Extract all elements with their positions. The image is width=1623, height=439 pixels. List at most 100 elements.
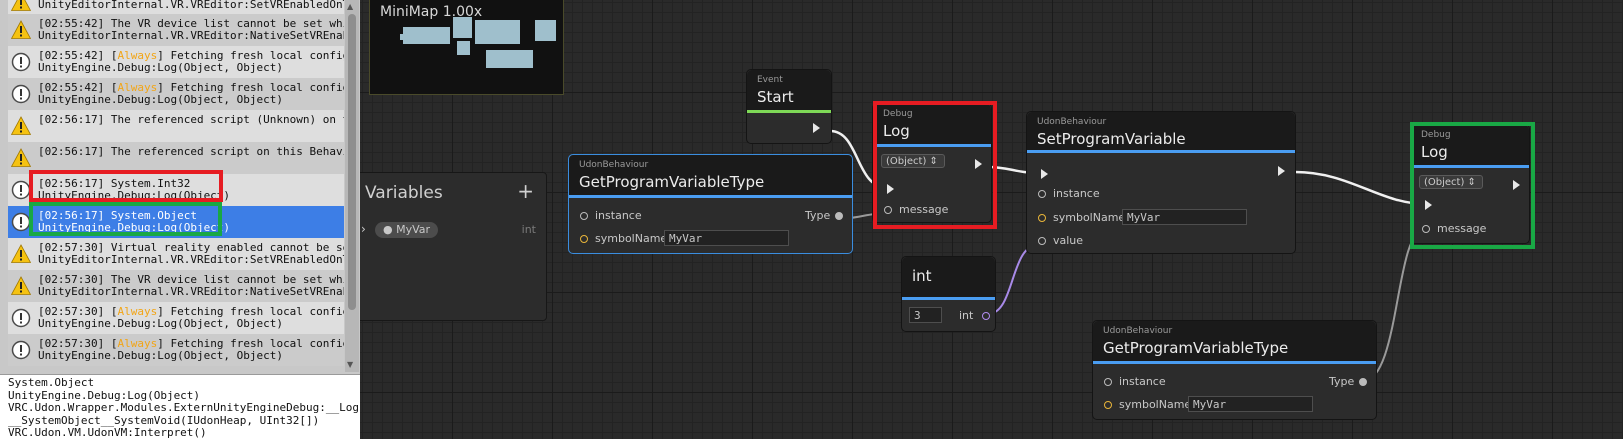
info-icon (11, 180, 31, 200)
set-program-variable-node[interactable]: UdonBehaviour SetProgramVariable instanc… (1026, 111, 1296, 254)
minimap-node (457, 41, 470, 55)
detail-line: VRC.Udon.VM.UdonVM:Interpret() (8, 426, 207, 439)
node-category: UdonBehaviour (1037, 117, 1107, 127)
flow-in-icon[interactable] (1041, 169, 1048, 179)
scroll-up-icon[interactable]: ▲ (347, 2, 353, 11)
flow-out-icon[interactable] (813, 123, 820, 133)
variable-name-pill[interactable]: ● MyVar (375, 222, 439, 238)
log-stack-trace: UnityEditorInternal.VR.VREditor:NativeSe… (38, 29, 344, 42)
node-title: GetProgramVariableType (1103, 339, 1289, 357)
red-highlight-box (873, 101, 997, 229)
console-log-row[interactable]: UnityEditorInternal.VR.VREditor:SetVREna… (8, 0, 344, 14)
green-highlight-box (29, 202, 222, 236)
node-header: Event Start (747, 70, 831, 113)
info-icon (11, 84, 31, 104)
console-log-row[interactable]: [02:57:30] [Always] Fetching fresh local… (8, 302, 344, 334)
log-message: UnityEditorInternal.VR.VREditor:SetVREna… (38, 0, 344, 11)
symbol-port-icon[interactable] (1104, 401, 1112, 409)
get-program-variable-type-node[interactable]: UdonBehaviour GetProgramVariableType ins… (1092, 320, 1377, 420)
node-category: UdonBehaviour (1103, 326, 1173, 336)
symbol-name-field[interactable]: MyVar (664, 230, 789, 246)
log-message: [02:56:17] The referenced script on this… (38, 145, 344, 158)
node-category: UdonBehaviour (579, 160, 649, 170)
log-stack-trace: UnityEditorInternal.VR.VREditor:SetVREna… (38, 253, 344, 266)
instance-port-icon[interactable] (1038, 190, 1046, 198)
console-log-row[interactable]: [02:55:42] [Always] Fetching fresh local… (8, 78, 344, 110)
green-highlight-box (1410, 122, 1535, 249)
red-highlight-box (29, 170, 223, 202)
info-icon (11, 212, 31, 232)
instance-label: instance (1053, 187, 1100, 200)
node-title: Start (757, 88, 794, 106)
int-value-field[interactable]: 3 (909, 307, 942, 323)
variables-panel: Variables + › ● MyVar int (360, 172, 547, 321)
expand-arrow-icon[interactable]: › (361, 222, 366, 236)
minimap-node (475, 20, 520, 44)
warning-icon (11, 20, 31, 39)
type-output-port-icon[interactable] (835, 212, 843, 220)
symbol-name-field[interactable]: MyVar (1188, 396, 1313, 412)
unity-editor: UnityEditorInternal.VR.VREditor:SetVREna… (0, 0, 1623, 439)
variable-type: int (521, 223, 536, 236)
instance-port-icon[interactable] (1104, 378, 1112, 386)
event-start-node[interactable]: Event Start (746, 69, 832, 144)
warning-icon (11, 276, 31, 295)
minimap-node (486, 50, 533, 68)
detail-line: System.Object (8, 376, 95, 389)
log-stack-trace: UnityEngine.Debug:Log(Object, Object) (38, 349, 284, 362)
console-panel: UnityEditorInternal.VR.VREditor:SetVREna… (0, 0, 360, 439)
udon-graph-canvas[interactable]: MiniMap 1.00x Variables + › ● MyVar int … (360, 0, 1623, 439)
get-program-variable-type-node[interactable]: UdonBehaviour GetProgramVariableType ins… (568, 154, 853, 254)
minimap-node (400, 34, 406, 40)
symbol-port-icon[interactable] (1038, 214, 1046, 222)
instance-port-icon[interactable] (580, 212, 588, 220)
value-label: value (1053, 234, 1084, 247)
symbol-name-label: symbolName (1119, 398, 1192, 411)
instance-label: instance (595, 209, 642, 222)
node-header: UdonBehaviour GetProgramVariableType (569, 155, 852, 198)
console-scrollbar[interactable]: ▲ ▼ (345, 0, 359, 372)
warning-icon (11, 0, 31, 11)
flow-wire (1294, 170, 1427, 206)
int-output-port-icon[interactable] (982, 312, 990, 320)
console-log-row[interactable]: [02:56:17] The referenced script (Unknow… (8, 110, 344, 142)
flow-out-icon[interactable] (1278, 166, 1285, 176)
node-category: Event (757, 75, 783, 85)
console-log-row[interactable]: [02:57:30] The VR device list cannot be … (8, 270, 344, 302)
log-stack-trace: UnityEngine.Debug:Log(Object, Object) (38, 61, 284, 74)
variables-title: Variables (365, 183, 443, 203)
info-icon (11, 340, 31, 360)
minimap-node (535, 20, 556, 41)
warning-icon (11, 148, 31, 167)
info-icon (11, 52, 31, 72)
node-title: GetProgramVariableType (579, 173, 765, 191)
node-title: SetProgramVariable (1037, 130, 1186, 148)
console-detail-pane: System.Object UnityEngine.Debug:Log(Obje… (0, 374, 360, 439)
variable-name: MyVar (396, 223, 431, 236)
log-stack-trace: UnityEngine.Debug:Log(Object, Object) (38, 317, 284, 330)
console-log-row[interactable]: [02:57:30] Virtual reality enabled canno… (8, 238, 344, 270)
int-constant-node[interactable]: int 3 int (901, 256, 996, 332)
console-log-row[interactable]: [02:55:42] The VR device list cannot be … (8, 14, 344, 46)
log-stack-trace: UnityEditorInternal.VR.VREditor:NativeSe… (38, 285, 344, 298)
minimap-node (453, 17, 472, 38)
scroll-down-icon[interactable]: ▼ (347, 360, 353, 369)
symbol-port-icon[interactable] (580, 235, 588, 243)
console-log-row[interactable]: [02:57:30] [Always] Fetching fresh local… (8, 334, 344, 366)
node-header: UdonBehaviour SetProgramVariable (1027, 112, 1295, 153)
node-title: int (912, 267, 932, 285)
add-variable-button[interactable]: + (517, 179, 534, 203)
symbol-name-field[interactable]: MyVar (1122, 209, 1247, 225)
scrollbar-thumb[interactable] (348, 14, 356, 310)
minimap-node (403, 27, 450, 44)
console-log-row[interactable]: [02:55:42] [Always] Fetching fresh local… (8, 46, 344, 78)
node-header: UdonBehaviour GetProgramVariableType (1093, 321, 1376, 364)
minimap[interactable]: MiniMap 1.00x (369, 0, 564, 95)
info-icon (11, 308, 31, 328)
symbol-name-label: symbolName (595, 232, 668, 245)
log-message: [02:56:17] The referenced script (Unknow… (38, 113, 344, 126)
instance-label: instance (1119, 375, 1166, 388)
type-output-port-icon[interactable] (1359, 378, 1367, 386)
value-port-icon[interactable] (1038, 237, 1046, 245)
variable-row[interactable]: › ● MyVar int (360, 220, 546, 242)
